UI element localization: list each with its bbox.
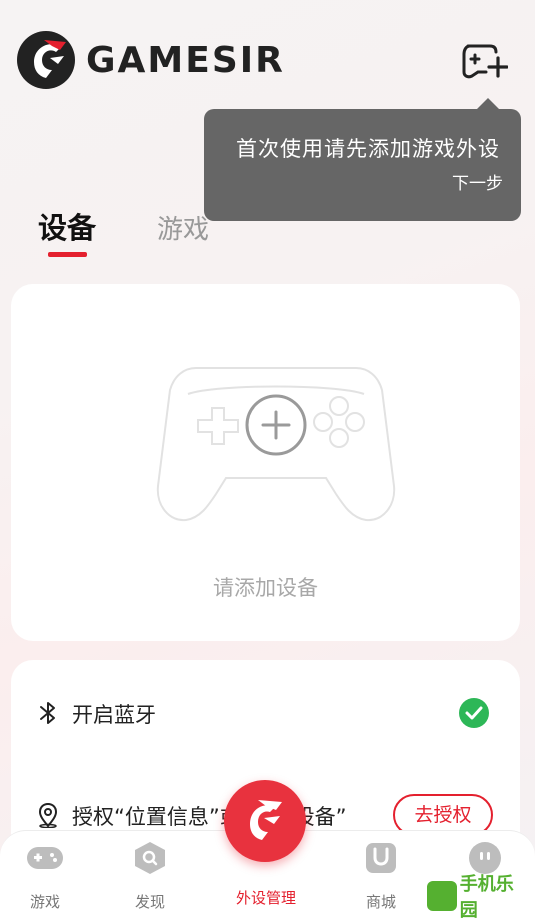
nav-item-discover[interactable]: 发现: [110, 841, 190, 912]
location-pin-icon: [38, 802, 58, 828]
device-tabs: 设备 游戏: [0, 205, 535, 265]
bluetooth-label: 开启蓝牙: [72, 703, 156, 727]
add-controller-icon[interactable]: [156, 366, 396, 524]
eagle-center-icon: [250, 800, 282, 840]
nav-label-shop: 商城: [365, 893, 396, 911]
empty-device-card: 请添加设备: [11, 284, 520, 641]
device-manage-center-button[interactable]: [224, 780, 306, 862]
tooltip-text: 首次使用请先添加游戏外设: [236, 137, 500, 161]
app-header: GAMESIR: [0, 0, 535, 120]
gamepad-icon: [27, 847, 63, 869]
eagle-logo-icon: [17, 31, 75, 89]
watermark-logo-icon: [427, 881, 457, 911]
bluetooth-icon: [40, 702, 55, 724]
brand-name: GAMESIR: [86, 39, 285, 81]
site-watermark: 手机乐园: [427, 874, 531, 919]
tab-active-indicator: [48, 252, 87, 257]
check-circle-icon: [459, 698, 489, 728]
discover-search-icon: [135, 842, 165, 874]
nav-label-discover: 发现: [134, 893, 165, 911]
watermark-text: 手机乐园: [459, 874, 514, 919]
nav-item-games[interactable]: 游戏: [5, 841, 85, 912]
next-step-button[interactable]: 下一步: [452, 169, 503, 194]
empty-device-text: 请添加设备: [213, 576, 318, 600]
add-gamepad-icon[interactable]: [460, 42, 508, 80]
tab-games-label: 游戏: [157, 215, 210, 245]
gamesir-logo: GAMESIR: [16, 30, 285, 90]
nav-item-shop[interactable]: 商城: [341, 841, 421, 912]
nav-label-games: 游戏: [29, 893, 60, 911]
bluetooth-row[interactable]: 开启蓝牙: [11, 688, 520, 738]
tab-devices[interactable]: 设备: [38, 205, 97, 257]
tab-games[interactable]: 游戏: [157, 209, 209, 246]
shop-bag-icon: [366, 843, 396, 873]
nav-label-device-manage: 外设管理: [235, 889, 296, 907]
tab-devices-label: 设备: [38, 211, 97, 245]
